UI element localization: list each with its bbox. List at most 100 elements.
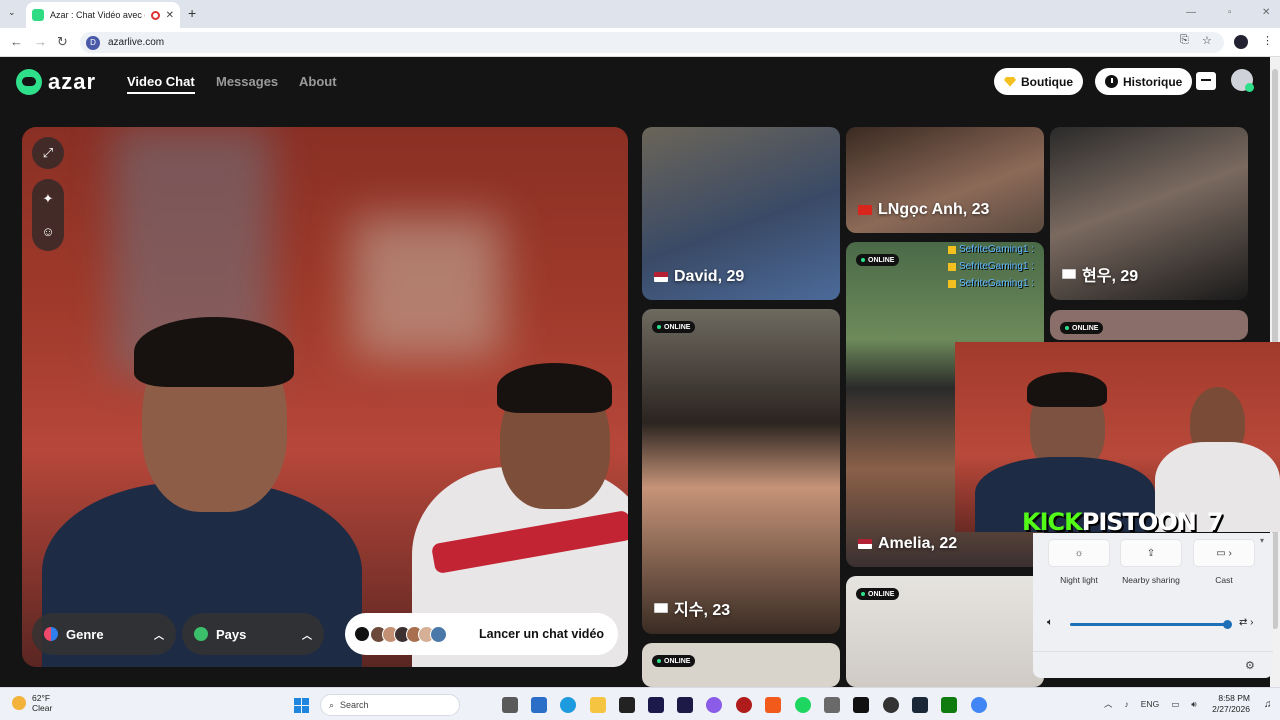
volume-slider[interactable] (1070, 620, 1232, 629)
chat-line: SefriteGaming1 : (948, 278, 1034, 289)
chrome-icon[interactable] (971, 697, 987, 713)
user-avatar[interactable] (1231, 69, 1254, 92)
volume-tray-icon[interactable]: 🔊︎ (1191, 699, 1196, 710)
taskbar-clock[interactable]: 8:58 PM 2/27/2026 (1212, 693, 1250, 715)
nav-messages[interactable]: Messages (216, 74, 278, 89)
channel-name: PISTOON_7 (1081, 508, 1224, 536)
night-light-toggle[interactable]: ☼ (1048, 539, 1110, 567)
site-info-icon[interactable]: D (86, 35, 100, 50)
tab-list-chevron-icon[interactable]: ⌄ (8, 7, 16, 18)
capcut-icon[interactable] (619, 697, 635, 713)
tab-close-icon[interactable]: ✕ (166, 10, 174, 21)
notes-app-icon[interactable] (824, 697, 840, 713)
azar-logo-text: azar (48, 69, 97, 94)
menu-dots-icon[interactable]: ⋮ (1262, 34, 1273, 47)
moon-icon (12, 696, 26, 710)
nearby-sharing-toggle[interactable]: ⇪ (1120, 539, 1182, 567)
notification-bell-icon[interactable]: ♫ (1264, 699, 1272, 710)
obs-icon[interactable] (883, 697, 899, 713)
after-effects-icon[interactable] (677, 697, 693, 713)
store-icon[interactable] (1196, 72, 1216, 90)
kick-channel-label: KICKPISTOON_7 (1022, 508, 1224, 536)
url-field[interactable]: D azarlive.com (80, 32, 1224, 53)
profile-icon[interactable] (1234, 35, 1248, 49)
volume-knob[interactable] (1223, 620, 1232, 629)
maximize-icon[interactable]: ▫ (1228, 7, 1232, 18)
video-toolbar: ⤢ ✦ ☺ (32, 137, 64, 251)
steam-icon[interactable] (912, 697, 928, 713)
close-window-icon[interactable]: ✕ (1262, 7, 1270, 18)
search-label: Search (340, 700, 369, 710)
profile-name-text: 지수, 23 (674, 602, 731, 619)
profile-card-partial[interactable]: ONLINE (1050, 310, 1248, 340)
profile-name-text: 현우, 29 (1082, 268, 1139, 285)
profile-card-ngoc-anh[interactable]: LNgọc Anh, 23 (846, 127, 1044, 233)
profile-card-jisu[interactable]: ONLINE 지수, 23 (642, 309, 840, 634)
minimize-icon[interactable]: — (1186, 7, 1196, 18)
profile-name: 현우, 29 (1062, 262, 1138, 286)
genre-selector[interactable]: Genre ︿ (32, 613, 176, 655)
expand-icon[interactable]: ⤢ (32, 137, 64, 169)
night-light-label: Night light (1060, 575, 1098, 585)
nav-video-chat[interactable]: Video Chat (127, 74, 195, 94)
profile-card-partial[interactable]: ONLINE (642, 643, 840, 687)
clock-time: 8:58 PM (1218, 693, 1250, 703)
collapse-icon[interactable]: ▾ (1260, 536, 1264, 545)
online-badge: ONLINE (856, 588, 900, 600)
cast-toggle[interactable]: ▭ › (1193, 539, 1255, 567)
windows-taskbar: 62°F Clear ⌕ Search ︿ ♪ ENG ▭ 🔊︎ 8:58 PM … (0, 687, 1280, 720)
forward-icon[interactable]: → (34, 34, 47, 49)
store-app-icon[interactable] (531, 697, 547, 713)
online-badge: ONLINE (856, 254, 900, 266)
reload-icon[interactable]: ↻ (57, 34, 68, 50)
game-app-icon[interactable] (853, 697, 869, 713)
sticker-face-icon[interactable]: ☺ (32, 215, 64, 247)
windows-start-icon[interactable] (294, 698, 309, 713)
weather-widget[interactable]: 62°F Clear (12, 693, 52, 713)
new-tab-button[interactable]: + (188, 5, 196, 21)
launch-video-chat-button[interactable]: Lancer un chat vidéo (345, 613, 618, 655)
spotify-icon[interactable] (795, 697, 811, 713)
profile-card-david[interactable]: David, 29 (642, 127, 840, 300)
magic-wand-icon[interactable]: ✦ (32, 183, 64, 215)
cast-label: Cast (1215, 575, 1233, 585)
clock-date: 2/27/2026 (1212, 704, 1250, 714)
brave-icon[interactable] (765, 697, 781, 713)
search-icon: ⌕ (329, 699, 335, 710)
nav-about[interactable]: About (299, 74, 337, 89)
quick-settings-panel: ☼ ⇪ ▭ › Night light Nearby sharing Cast … (1033, 533, 1273, 678)
chat-line: SefriteGaming1 : (948, 244, 1034, 255)
tab-title: Azar : Chat Vidéo avec de n (50, 10, 145, 20)
volume-icon[interactable]: 🔈︎ (1047, 617, 1053, 628)
taskbar-search[interactable]: ⌕ Search (320, 694, 460, 716)
azar-logo[interactable]: azar (16, 69, 96, 95)
pays-selector[interactable]: Pays ︿ (182, 613, 324, 655)
profile-name-text: Amelia, 22 (878, 535, 958, 552)
audio-output-icon[interactable]: ⇄ › (1239, 617, 1254, 628)
xbox-icon[interactable] (941, 697, 957, 713)
tab-azar[interactable]: Azar : Chat Vidéo avec de n ✕ (26, 2, 180, 28)
online-badge: ONLINE (652, 655, 696, 667)
settings-gear-icon[interactable]: ⚙ (1245, 659, 1255, 672)
edge-icon[interactable] (560, 697, 576, 713)
recorder-icon[interactable] (736, 697, 752, 713)
premiere-icon[interactable] (648, 697, 664, 713)
microphone-icon[interactable]: ♪ (1125, 699, 1129, 709)
boutique-button[interactable]: Boutique (994, 68, 1083, 95)
profile-card-hyunwoo[interactable]: 현우, 29 (1050, 127, 1248, 300)
language-indicator[interactable]: ENG (1141, 699, 1159, 709)
file-explorer-icon[interactable] (590, 697, 606, 713)
back-icon[interactable]: ← (10, 34, 23, 49)
pays-label: Pays (216, 626, 247, 642)
network-icon[interactable]: ▭ (1171, 699, 1179, 710)
historique-button[interactable]: Historique (1095, 68, 1193, 95)
badge-icon (948, 262, 956, 271)
bookmark-star-icon[interactable]: ☆ (1202, 34, 1212, 47)
profile-card-partial[interactable]: ONLINE (846, 576, 1044, 687)
chevron-up-icon[interactable]: ︿ (1104, 698, 1113, 710)
azar-favicon-icon (32, 9, 44, 21)
copilot-icon[interactable] (706, 697, 722, 713)
pen-app-icon[interactable] (502, 697, 518, 713)
profile-name: 지수, 23 (654, 596, 730, 620)
install-app-icon[interactable]: ⎘ (1180, 34, 1189, 47)
